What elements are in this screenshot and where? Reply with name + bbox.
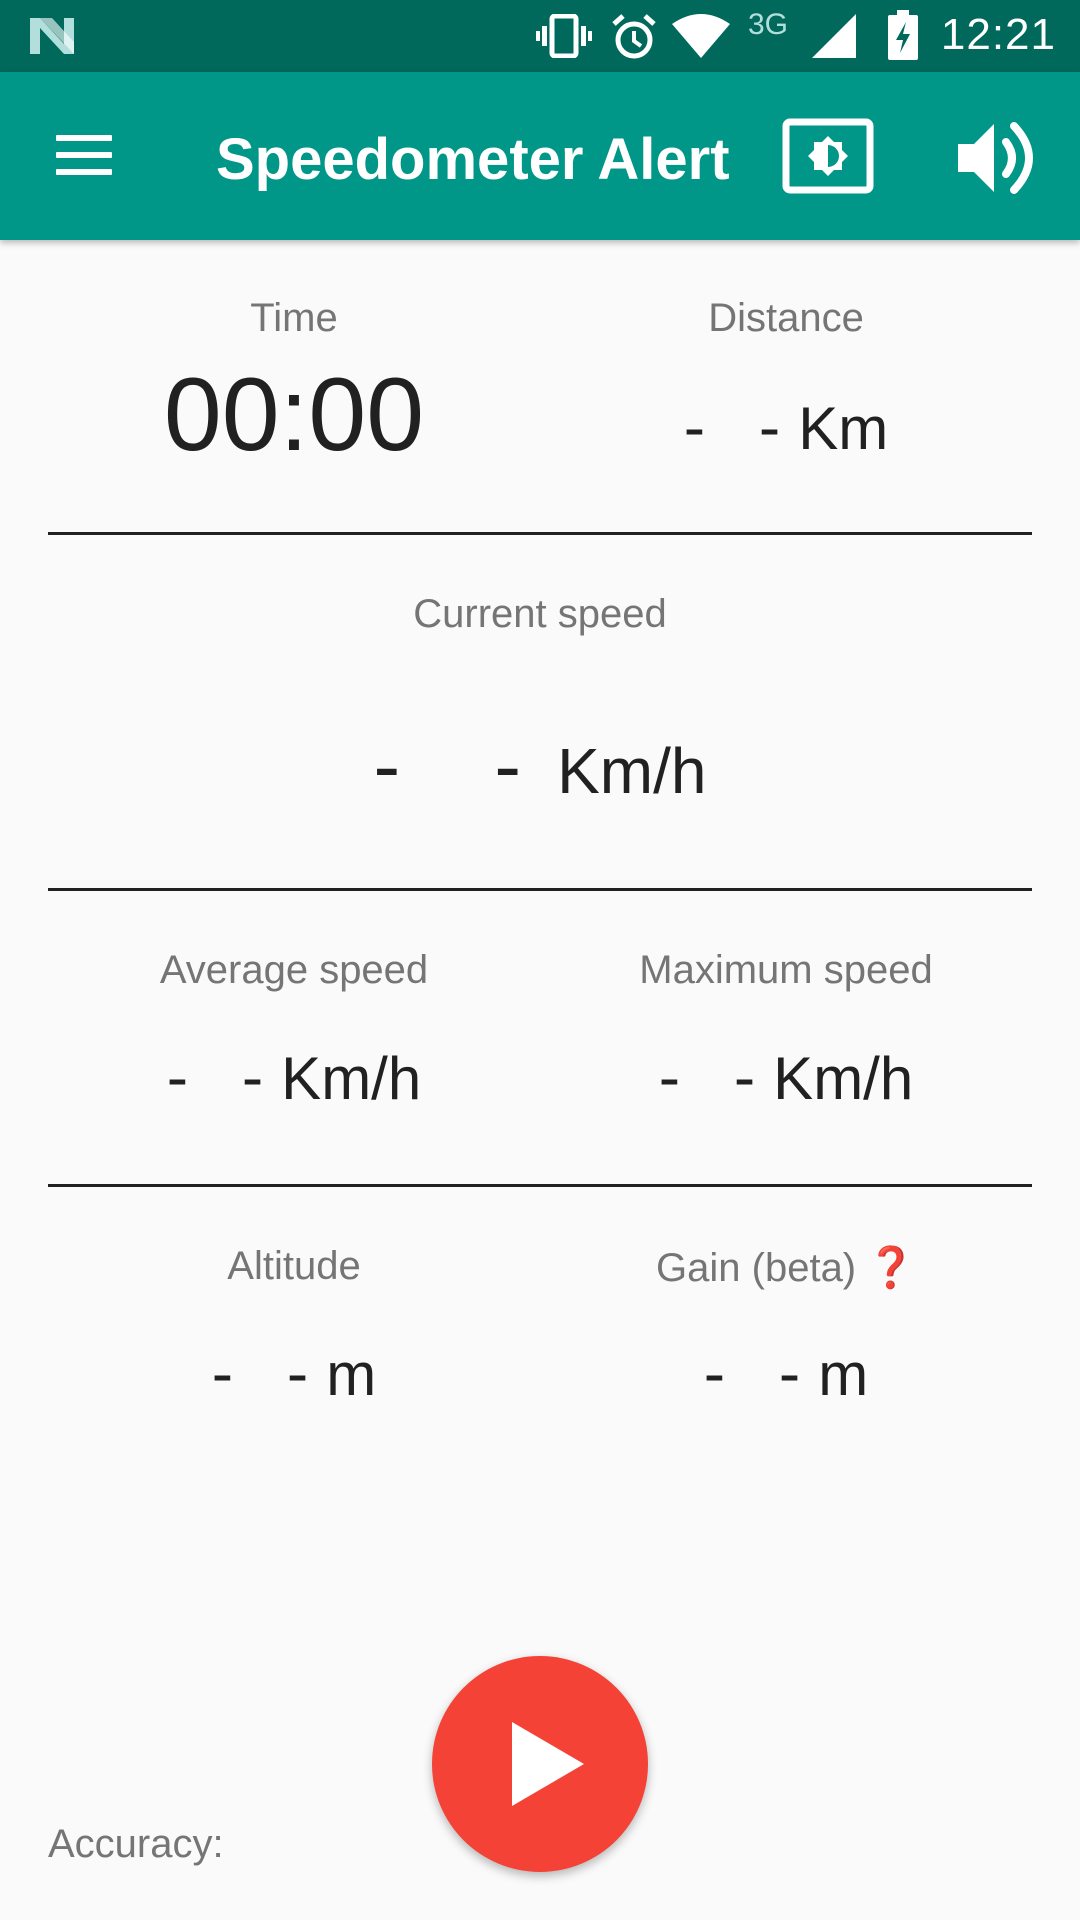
status-bar: 3G 12:21 bbox=[0, 0, 1080, 72]
divider-2 bbox=[48, 888, 1032, 891]
average-speed-value: - -Km/h bbox=[94, 1040, 494, 1114]
current-speed-value: - -Km/h bbox=[290, 720, 790, 812]
maximum-speed-label: Maximum speed bbox=[639, 948, 933, 992]
maximum-speed-value: - -Km/h bbox=[586, 1040, 986, 1114]
wifi-icon bbox=[672, 14, 730, 58]
average-speed-unit: Km/h bbox=[281, 1045, 422, 1112]
altitude-number: - - bbox=[211, 1337, 327, 1409]
gain-number: - - bbox=[703, 1337, 819, 1409]
help-icon[interactable]: ❓ bbox=[866, 1244, 916, 1291]
maximum-speed-unit: Km/h bbox=[773, 1045, 914, 1112]
play-button[interactable] bbox=[432, 1656, 648, 1872]
distance-value: - -Km bbox=[586, 390, 986, 464]
play-icon bbox=[512, 1722, 584, 1806]
clock: 12:21 bbox=[940, 10, 1056, 59]
divider-3 bbox=[48, 1184, 1032, 1187]
accuracy-label: Accuracy: bbox=[48, 1822, 224, 1866]
average-speed-label: Average speed bbox=[159, 948, 429, 992]
vibrate-icon bbox=[536, 14, 592, 58]
altitude-value: - -m bbox=[94, 1336, 494, 1410]
brightness-button[interactable] bbox=[782, 118, 874, 198]
battery-charging-icon bbox=[888, 10, 918, 60]
time-label: Time bbox=[250, 296, 338, 340]
altitude-label: Altitude bbox=[227, 1244, 361, 1288]
alarm-icon bbox=[612, 14, 656, 59]
distance-number: - - bbox=[683, 391, 799, 463]
cell-signal-icon bbox=[812, 14, 856, 58]
time-value: 00:00 bbox=[163, 357, 425, 473]
distance-label: Distance bbox=[708, 296, 864, 340]
altitude-unit: m bbox=[326, 1341, 377, 1408]
gain-value: - -m bbox=[586, 1336, 986, 1410]
gain-label-group: Gain (beta) ❓ bbox=[586, 1244, 986, 1291]
current-speed-number: - - bbox=[373, 721, 558, 810]
divider-1 bbox=[48, 532, 1032, 535]
average-speed-number: - - bbox=[166, 1041, 282, 1113]
volume-icon bbox=[958, 122, 1033, 194]
current-speed-unit: Km/h bbox=[557, 735, 707, 807]
current-speed-label: Current speed bbox=[413, 592, 667, 636]
menu-button[interactable] bbox=[38, 122, 130, 194]
brightness-icon bbox=[782, 118, 874, 194]
notification-n-icon bbox=[30, 18, 74, 54]
app-title: Speedometer Alert bbox=[216, 127, 730, 192]
app-bar: Speedometer Alert bbox=[0, 72, 1080, 240]
gain-label: Gain (beta) bbox=[656, 1246, 857, 1290]
distance-unit: Km bbox=[798, 395, 889, 462]
volume-button[interactable] bbox=[952, 116, 1044, 200]
maximum-speed-number: - - bbox=[658, 1041, 774, 1113]
gain-unit: m bbox=[818, 1341, 869, 1408]
network-type: 3G bbox=[748, 8, 789, 41]
